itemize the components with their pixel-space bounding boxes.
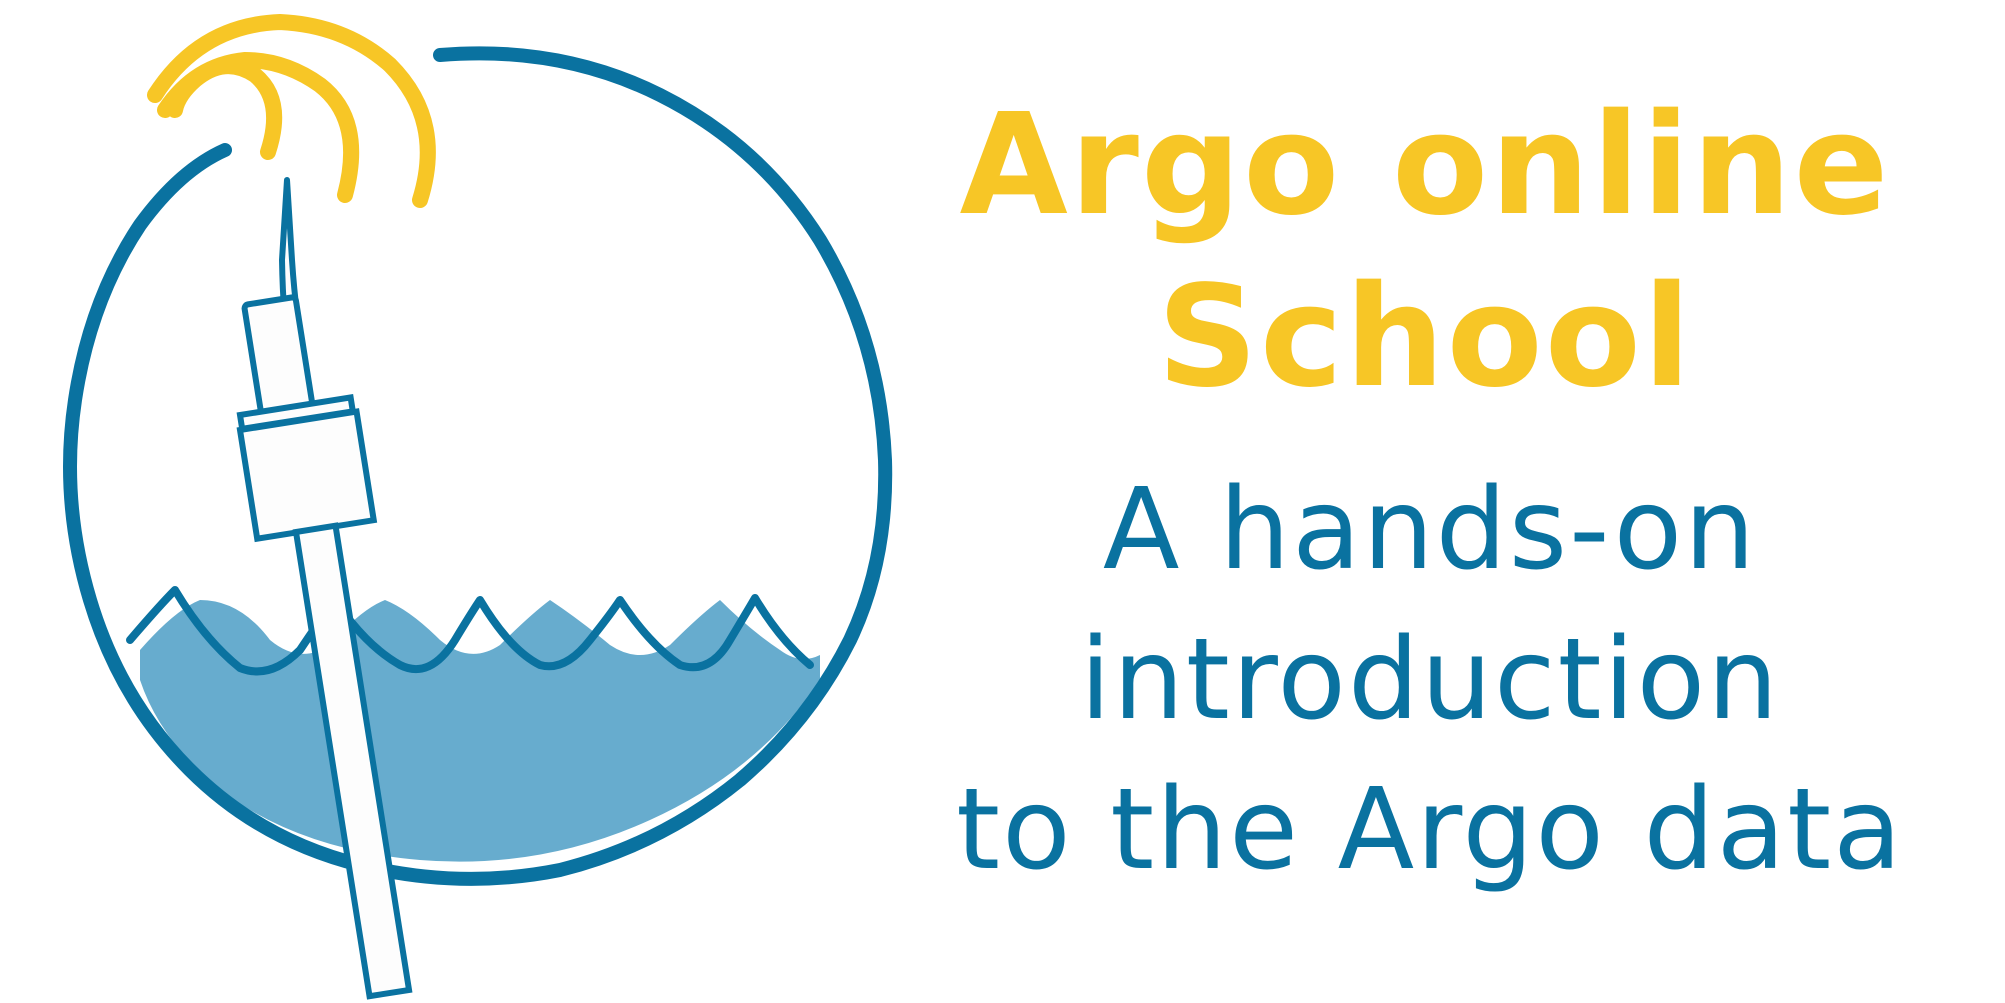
subtitle-line-2: introduction [1079, 615, 1781, 745]
title: Argo online School [900, 80, 1950, 424]
title-line-2: School [1157, 256, 1693, 419]
subtitle: A hands-on introduction to the Argo data [880, 455, 1980, 905]
float-body [236, 408, 378, 543]
subtitle-line-1: A hands-on [1102, 465, 1758, 595]
water-fill [140, 600, 820, 862]
title-line-1: Argo online [959, 84, 1891, 247]
argo-float-logo [63, 13, 893, 1000]
float-top-tube [241, 294, 315, 417]
subtitle-line-3: to the Argo data [956, 765, 1904, 895]
page-canvas: Argo online School A hands-on introducti… [0, 0, 2005, 1003]
